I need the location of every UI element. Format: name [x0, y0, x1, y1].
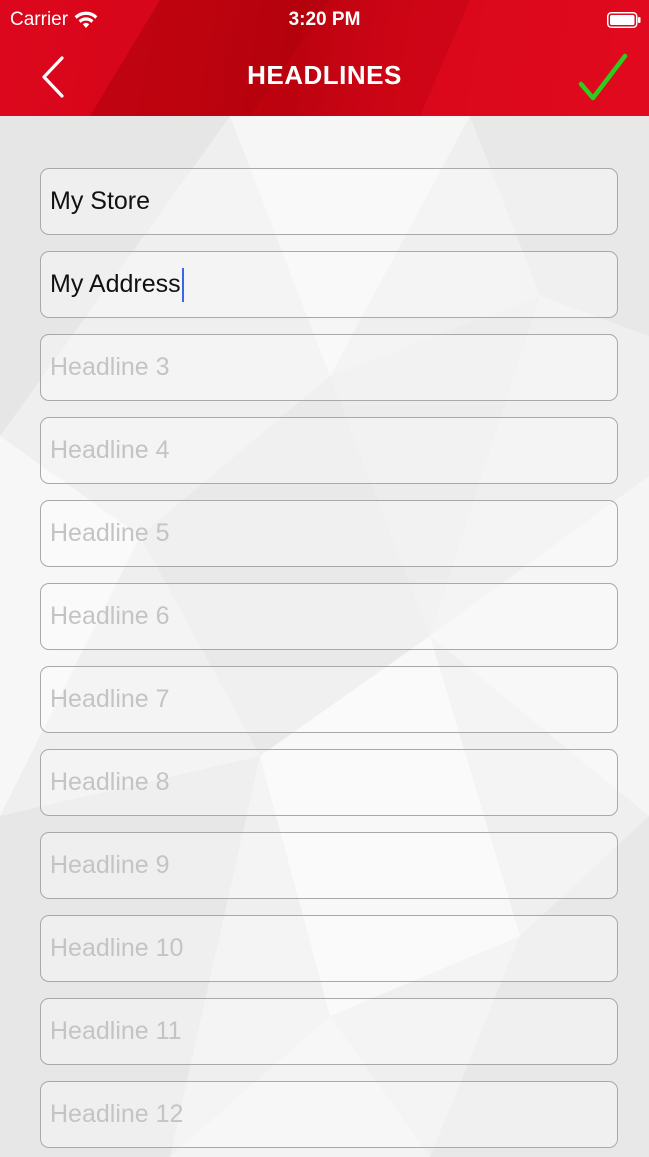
headline-field-7[interactable]: Headline 7 [40, 666, 618, 733]
headline-field-6-placeholder: Headline 6 [50, 602, 170, 630]
headline-field-10[interactable]: Headline 10 [40, 915, 618, 982]
text-cursor [181, 267, 185, 302]
headline-field-7-placeholder: Headline 7 [50, 685, 170, 713]
header: Carrier 3:20 PM HEADLINES [0, 0, 649, 116]
headline-field-3-placeholder: Headline 3 [50, 353, 170, 381]
headline-field-5[interactable]: Headline 5 [40, 500, 618, 567]
headline-field-8[interactable]: Headline 8 [40, 749, 618, 816]
page-title: HEADLINES [247, 60, 402, 90]
headline-field-9[interactable]: Headline 9 [40, 832, 618, 899]
done-button[interactable] [575, 50, 631, 106]
headline-field-8-placeholder: Headline 8 [50, 768, 170, 796]
headline-field-2[interactable]: My Address [40, 251, 618, 318]
headline-field-11-placeholder: Headline 11 [50, 1017, 182, 1045]
headline-field-6[interactable]: Headline 6 [40, 583, 618, 650]
headlines-form: My Store My Address Headline 3 Headline … [0, 116, 649, 1157]
checkmark-icon [578, 53, 628, 101]
headline-field-2-value[interactable]: My Address [50, 270, 181, 299]
headline-field-11[interactable]: Headline 11 [40, 998, 618, 1065]
clock: 3:20 PM [288, 9, 361, 30]
headline-field-4[interactable]: Headline 4 [40, 417, 618, 484]
headline-field-5-placeholder: Headline 5 [50, 519, 170, 547]
battery-icon [607, 12, 641, 28]
headline-field-12[interactable]: Headline 12 [40, 1081, 618, 1148]
headline-field-9-placeholder: Headline 9 [50, 851, 170, 879]
status-bar: Carrier 3:20 PM [0, 0, 649, 40]
headline-field-1-value[interactable]: My Store [50, 187, 150, 216]
headline-field-3[interactable]: Headline 3 [40, 334, 618, 401]
headline-field-12-placeholder: Headline 12 [50, 1100, 184, 1128]
headline-field-1[interactable]: My Store [40, 168, 618, 235]
headline-field-4-placeholder: Headline 4 [50, 436, 170, 464]
headline-field-10-placeholder: Headline 10 [50, 934, 184, 962]
navigation-bar: HEADLINES [0, 40, 649, 116]
